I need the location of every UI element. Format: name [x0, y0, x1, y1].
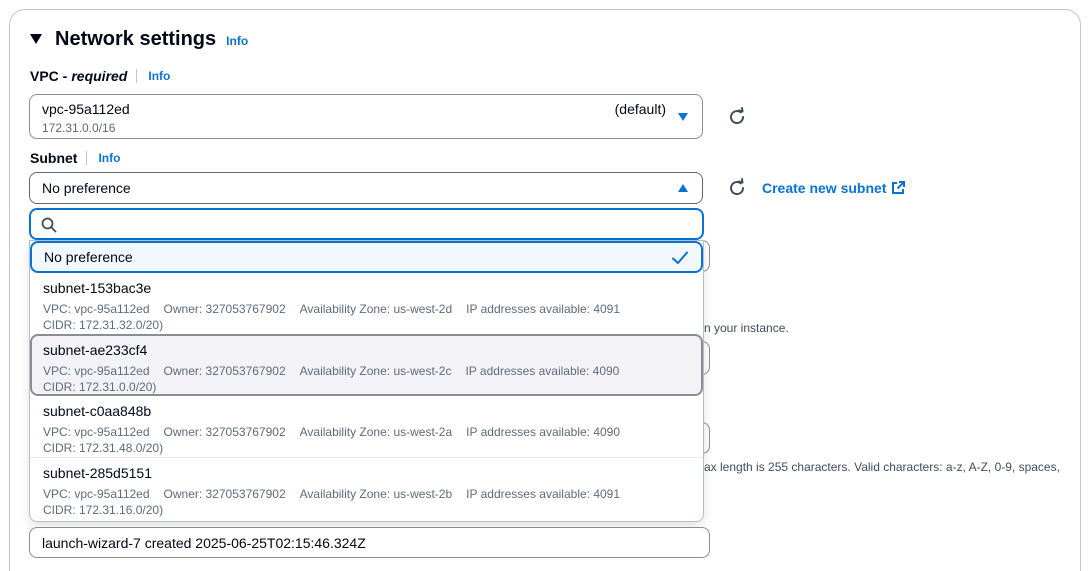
vpc-required-text: required	[71, 68, 128, 84]
subnet-option-name: subnet-ae233cf4	[43, 342, 148, 358]
subnet-option-name: subnet-285d5151	[43, 465, 152, 481]
vpc-select[interactable]: vpc-95a112ed 172.31.0.0/16 (default)	[29, 94, 703, 139]
subnet-option-name: subnet-c0aa848b	[43, 403, 152, 419]
section-title: Network settings	[55, 27, 217, 50]
option-vpc: VPC: vpc-95a112ed	[43, 487, 150, 501]
option-ips: IP addresses available: 4091	[466, 487, 621, 501]
option-owner: Owner: 327053767902	[163, 302, 286, 316]
vpc-info-link[interactable]: Info	[148, 69, 170, 83]
option-no-preference[interactable]: No preference	[30, 241, 703, 273]
vpc-default-tag: (default)	[614, 101, 666, 117]
vpc-label-text: VPC -	[30, 68, 68, 84]
option-ips: IP addresses available: 4091	[466, 302, 621, 316]
option-az: Availability Zone: us-west-2c	[299, 364, 452, 378]
option-ips: IP addresses available: 4090	[466, 425, 621, 439]
subnet-option-meta: VPC: vpc-95a112ed Owner: 327053767902 Avai…	[43, 302, 634, 316]
subnet-value: No preference	[42, 180, 131, 196]
option-owner: Owner: 327053767902	[163, 364, 286, 378]
section-header[interactable]: Network settings Info	[30, 26, 248, 52]
caret-up-icon	[678, 184, 688, 192]
option-owner: Owner: 327053767902	[163, 487, 286, 501]
subnet-dropdown-list: No preference subnet-153bac3e VPC: vpc-9…	[29, 240, 704, 522]
create-new-subnet-link[interactable]: Create new subnet	[762, 180, 906, 196]
check-icon	[672, 251, 688, 264]
vpc-label: VPC - required Info	[30, 68, 170, 84]
create-new-subnet-label: Create new subnet	[762, 180, 887, 196]
subnet-label: Subnet Info	[30, 150, 120, 166]
option-vpc: VPC: vpc-95a112ed	[43, 425, 150, 439]
caret-down-icon[interactable]	[30, 34, 42, 44]
section-info-link[interactable]: Info	[226, 34, 248, 48]
option-cidr: CIDR: 172.31.16.0/20)	[43, 503, 164, 517]
option-vpc: VPC: vpc-95a112ed	[43, 302, 150, 316]
subnet-label-text: Subnet	[30, 150, 78, 166]
subnet-option[interactable]: subnet-153bac3e VPC: vpc-95a112ed Owner: …	[30, 273, 703, 335]
option-owner: Owner: 327053767902	[163, 425, 286, 439]
option-cidr: CIDR: 172.31.0.0/20)	[43, 380, 157, 394]
label-separator	[86, 151, 88, 165]
refresh-icon[interactable]	[726, 106, 748, 128]
option-vpc: VPC: vpc-95a112ed	[43, 364, 150, 378]
background-constraints-text: ax length is 255 characters. Valid chara…	[704, 460, 1060, 474]
subnet-option-name: subnet-153bac3e	[43, 280, 152, 296]
refresh-icon[interactable]	[726, 177, 748, 199]
label-separator	[136, 69, 138, 83]
vpc-value: vpc-95a112ed	[42, 101, 130, 117]
subnet-search-box[interactable]	[29, 208, 704, 240]
caret-down-icon	[678, 113, 688, 121]
search-icon	[41, 217, 57, 233]
option-az: Availability Zone: us-west-2b	[299, 487, 453, 501]
subnet-option-meta: VPC: vpc-95a112ed Owner: 327053767902 Avai…	[43, 364, 633, 378]
subnet-option-meta: VPC: vpc-95a112ed Owner: 327053767902 Avai…	[43, 487, 634, 501]
description-value: launch-wizard-7 created 2025-06-25T02:15…	[42, 535, 366, 551]
background-hint-text: n your instance.	[704, 321, 789, 335]
option-cidr: CIDR: 172.31.32.0/20)	[43, 318, 164, 332]
subnet-option[interactable]: subnet-285d5151 VPC: vpc-95a112ed Owner: …	[30, 457, 703, 519]
subnet-info-link[interactable]: Info	[98, 151, 120, 165]
subnet-option-meta: VPC: vpc-95a112ed Owner: 327053767902 Avai…	[43, 425, 634, 439]
security-group-description-input[interactable]: launch-wizard-7 created 2025-06-25T02:15…	[29, 527, 710, 558]
option-az: Availability Zone: us-west-2a	[299, 425, 453, 439]
subnet-select[interactable]: No preference	[29, 172, 703, 204]
option-cidr: CIDR: 172.31.48.0/20)	[43, 441, 164, 455]
option-label: No preference	[44, 249, 133, 265]
option-az: Availability Zone: us-west-2d	[299, 302, 453, 316]
subnet-search-input[interactable]	[65, 214, 685, 234]
subnet-option[interactable]: subnet-c0aa848b VPC: vpc-95a112ed Owner: …	[30, 396, 703, 458]
option-ips: IP addresses available: 4090	[465, 364, 620, 378]
subnet-option[interactable]: subnet-ae233cf4 VPC: vpc-95a112ed Owner: …	[30, 334, 703, 396]
vpc-cidr: 172.31.0.0/16	[42, 121, 116, 135]
external-link-icon	[892, 181, 906, 194]
